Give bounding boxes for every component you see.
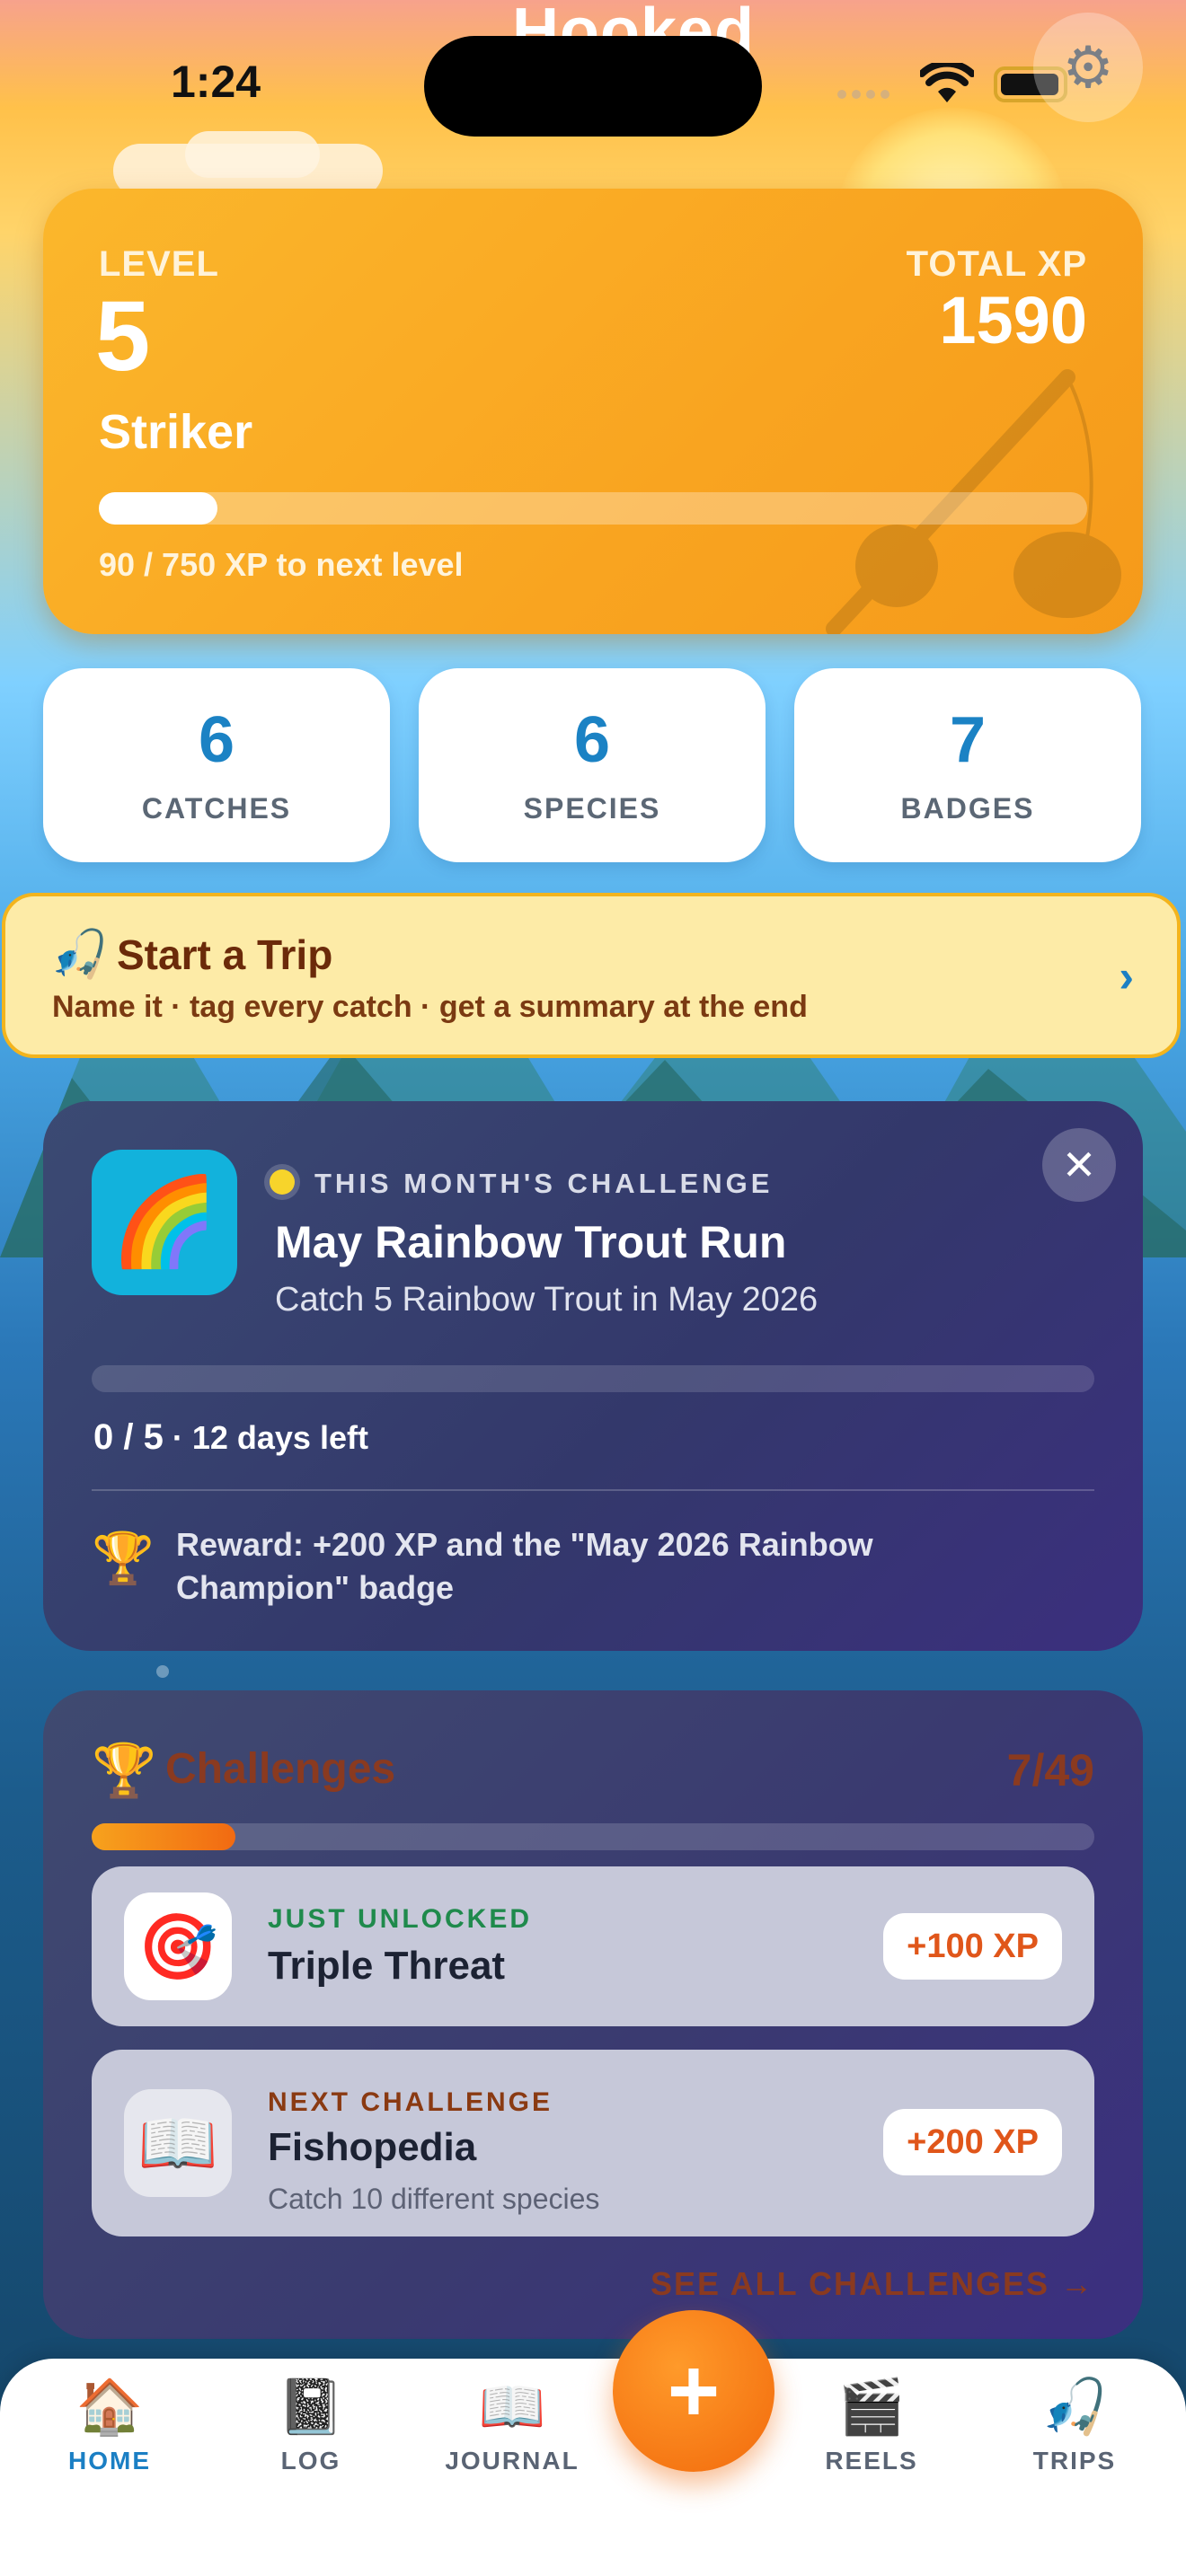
challenge-status-label: JUST UNLOCKED: [268, 1904, 533, 1934]
tab-label: REELS: [825, 2447, 918, 2475]
xp-reward-badge: +200 XP: [883, 2109, 1062, 2175]
challenge-progress-text: 0 / 5 · 12 days left: [93, 1417, 368, 1458]
tab-label: HOME: [68, 2447, 151, 2475]
open-book-icon: 📖: [478, 2377, 546, 2437]
tab-label: TRIPS: [1032, 2447, 1117, 2475]
total-xp-label: TOTAL XP: [906, 244, 1087, 284]
stat-value: 6: [573, 704, 611, 776]
stat-card-species[interactable]: 6 SPECIES: [419, 668, 766, 862]
book-icon: 📖: [124, 2089, 232, 2197]
level-card: LEVEL 5 Striker TOTAL XP 1590 90 / 750 X…: [43, 189, 1143, 634]
close-icon[interactable]: ✕: [1042, 1128, 1116, 1202]
stat-label: CATCHES: [141, 792, 292, 825]
challenge-progress-count: 0 / 5: [93, 1417, 164, 1457]
cloud-decoration: [185, 131, 320, 178]
challenges-progress-fill: [92, 1823, 235, 1850]
xp-progress-fill: [99, 492, 217, 525]
challenge-progress-bar: [92, 1365, 1094, 1392]
tab-reels[interactable]: 🎬 REELS: [782, 2371, 961, 2475]
fishing-pole-icon: 🎣: [1040, 2377, 1109, 2437]
challenge-item-fishopedia[interactable]: 📖 NEXT CHALLENGE Fishopedia Catch 10 dif…: [92, 2050, 1094, 2236]
total-xp-value: 1590: [939, 283, 1087, 357]
tab-label: JOURNAL: [445, 2447, 580, 2475]
xp-reward-badge: +100 XP: [883, 1913, 1062, 1980]
level-value: 5: [95, 281, 151, 392]
challenge-description: Catch 5 Rainbow Trout in May 2026: [275, 1281, 819, 1319]
challenges-progress-bar: [92, 1823, 1094, 1850]
challenge-item-triple-threat[interactable]: 🎯 JUST UNLOCKED Triple Threat +100 XP: [92, 1866, 1094, 2026]
stat-card-catches[interactable]: 6 CATCHES: [43, 668, 390, 862]
challenges-count: 7/49: [1006, 1745, 1094, 1795]
challenge-days-left: · 12 days left: [172, 1419, 368, 1456]
start-trip-title: Start a Trip: [117, 931, 333, 978]
level-label: LEVEL: [99, 244, 219, 284]
stat-value: 7: [949, 704, 987, 776]
house-icon: 🏠: [75, 2377, 144, 2437]
challenges-title: Challenges: [165, 1745, 396, 1793]
trophy-icon: 🏆: [92, 1742, 157, 1800]
xp-progress-bar: [99, 492, 1087, 525]
challenge-title: May Rainbow Trout Run: [275, 1217, 787, 1267]
xp-progress-text: 90 / 750 XP to next level: [99, 546, 464, 583]
tab-journal[interactable]: 📖 JOURNAL: [422, 2371, 602, 2475]
see-all-challenges-link[interactable]: SEE ALL CHALLENGES →: [651, 2265, 1094, 2303]
status-time: 1:24: [171, 57, 261, 107]
challenge-description: Catch 10 different species: [268, 2183, 600, 2215]
rank-title: Striker: [99, 405, 253, 459]
stat-label: SPECIES: [523, 792, 661, 825]
page-indicator-dot: [156, 1665, 169, 1678]
dynamic-island: [424, 36, 762, 137]
stat-label: BADGES: [900, 792, 1035, 825]
challenge-indicator-dot: [270, 1169, 295, 1195]
add-catch-button[interactable]: +: [613, 2310, 774, 2472]
tab-log[interactable]: 📓 LOG: [221, 2371, 401, 2475]
start-trip-banner[interactable]: 🎣 Start a Trip Name it · tag every catch…: [2, 893, 1181, 1058]
stat-value: 6: [198, 704, 235, 776]
challenge-status-label: NEXT CHALLENGE: [268, 2087, 553, 2117]
divider: [92, 1489, 1094, 1491]
clapperboard-icon: 🎬: [837, 2377, 906, 2437]
target-icon: 🎯: [124, 1892, 232, 2000]
settings-gear-icon[interactable]: ⚙: [1033, 13, 1143, 122]
monthly-challenge-card: 🌈 THIS MONTH'S CHALLENGE May Rainbow Tro…: [43, 1101, 1143, 1651]
challenges-card: 🏆 Challenges 7/49 🎯 JUST UNLOCKED Triple…: [43, 1690, 1143, 2339]
chevron-right-icon: ›: [1119, 951, 1134, 1001]
fishing-rod-illustration: [826, 369, 1121, 634]
notebook-icon: 📓: [277, 2377, 345, 2437]
tab-trips[interactable]: 🎣 TRIPS: [985, 2371, 1164, 2475]
trophy-icon: 🏆: [92, 1530, 155, 1586]
challenge-name: Triple Threat: [268, 1944, 506, 1988]
tab-label: LOG: [280, 2447, 341, 2475]
stat-card-badges[interactable]: 7 BADGES: [794, 668, 1141, 862]
wifi-icon: [920, 63, 974, 102]
challenge-tag: THIS MONTH'S CHALLENGE: [314, 1168, 774, 1199]
rainbow-icon: 🌈: [92, 1150, 237, 1295]
challenge-reward-text: Reward: +200 XP and the "May 2026 Rainbo…: [176, 1526, 873, 1606]
fishing-pole-icon: 🎣: [50, 929, 109, 981]
tab-home[interactable]: 🏠 HOME: [20, 2371, 199, 2475]
signal-icon: [837, 90, 890, 99]
challenge-name: Fishopedia: [268, 2125, 477, 2169]
start-trip-subtitle: Name it · tag every catch · get a summar…: [52, 990, 808, 1024]
